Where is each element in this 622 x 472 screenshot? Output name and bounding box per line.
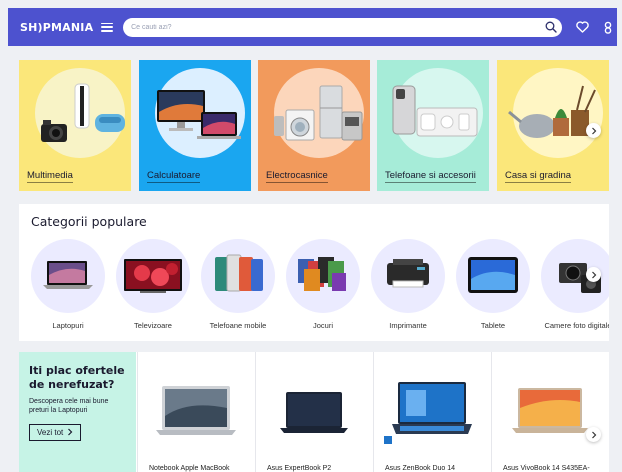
search-icon[interactable] <box>544 20 558 34</box>
popular-item-label: Laptopuri <box>52 321 84 330</box>
games-image <box>298 257 346 291</box>
laptop-image <box>43 261 93 289</box>
macbook-image <box>156 386 236 435</box>
popular-item-label: Televizoare <box>134 321 172 330</box>
product-card[interactable]: Asus ZenBook Duo 14 <box>373 352 490 472</box>
product-card[interactable]: Notebook Apple MacBook <box>137 352 254 472</box>
category-tile-electrocasnice[interactable]: Electrocasnice <box>258 60 370 191</box>
popular-item-label: Telefoane mobile <box>209 321 267 330</box>
product-card[interactable]: Asus VivoBook 14 S435EA- <box>491 352 608 472</box>
popular-item-circle <box>456 239 530 313</box>
tv-image <box>124 259 182 293</box>
chevron-right-icon <box>68 428 73 436</box>
popular-item-jocuri[interactable]: Jocuri <box>285 239 361 330</box>
top-navigation-bar: SH)PMANIA <box>8 8 617 46</box>
tablet-image <box>468 257 518 293</box>
search-input[interactable] <box>131 23 544 31</box>
search-bar <box>123 17 562 37</box>
category-label: Casa si gradina <box>505 170 572 183</box>
popular-item-circle <box>371 239 445 313</box>
popular-item-laptopuri[interactable]: Laptopuri <box>30 239 106 330</box>
popular-item-telefoane-mobile[interactable]: Telefoane mobile <box>200 239 276 330</box>
product-name: Asus ExpertBook P2 <box>267 465 332 472</box>
category-tile-telefoane[interactable]: Telefoane si accesorii <box>377 60 489 191</box>
popular-item-camere-foto[interactable]: Camere foto digitale <box>540 239 609 330</box>
computers-image <box>157 90 241 139</box>
popular-item-circle <box>286 239 360 313</box>
logo-text: SH)PMANIA <box>20 20 94 34</box>
popular-item-circle <box>31 239 105 313</box>
printer-image <box>387 259 429 288</box>
popular-item-imprimante[interactable]: Imprimante <box>370 239 446 330</box>
popular-item-tablete[interactable]: Tablete <box>455 239 531 330</box>
popular-item-circle <box>201 239 275 313</box>
popular-item-label: Tablete <box>480 321 506 330</box>
category-label: Electrocasnice <box>266 170 328 183</box>
heart-icon[interactable] <box>574 18 592 36</box>
asus-expertbook-image <box>280 392 348 433</box>
chevron-right-icon[interactable] <box>586 427 601 442</box>
logo[interactable]: SH)PMANIA <box>20 21 93 34</box>
popular-item-label: Jocuri <box>312 321 333 330</box>
category-label: Calculatoare <box>147 170 201 183</box>
promo-title: Iti plac ofertele de nerefuzat? <box>29 364 125 391</box>
product-name: Notebook Apple MacBook <box>149 465 230 472</box>
category-label: Telefoane si accesorii <box>385 170 476 183</box>
chevron-right-icon[interactable] <box>586 123 601 138</box>
product-card[interactable]: Asus ExpertBook P2 <box>255 352 372 472</box>
gaming-console-image <box>41 83 125 142</box>
user-icon[interactable] <box>599 18 617 36</box>
popular-item-televizoare[interactable]: Televizoare <box>115 239 191 330</box>
offers-section: Iti plac ofertele de nerefuzat? Descoper… <box>19 352 609 472</box>
view-all-button[interactable]: Vezi tot <box>29 423 82 441</box>
garden-image <box>508 85 596 138</box>
menu-icon[interactable] <box>101 22 114 32</box>
phones-image <box>392 85 478 137</box>
popular-item-label: Imprimante <box>389 321 427 330</box>
appliances-image <box>274 85 363 141</box>
category-label: Multimedia <box>27 170 73 183</box>
chevron-right-icon[interactable] <box>586 267 601 282</box>
popular-item-label: Camere foto digitale <box>544 321 609 330</box>
product-name: Asus VivoBook 14 S435EA- <box>503 465 590 472</box>
popular-categories-section: Categorii populare Laptopuri Televizoare… <box>19 204 609 341</box>
popular-item-circle <box>116 239 190 313</box>
category-tile-multimedia[interactable]: Multimedia <box>19 60 131 191</box>
category-tile-calculatoare[interactable]: Calculatoare <box>139 60 251 191</box>
view-all-label: Vezi tot <box>37 427 64 437</box>
asus-zenbook-duo-image <box>384 382 472 444</box>
mobile-phones-image <box>215 254 263 292</box>
promo-subtitle: Descopera cele mai bune preturi la Lapto… <box>29 397 109 414</box>
asus-vivobook-image <box>512 388 588 433</box>
category-carousel: Multimedia Calculatoare Electrocasnice T… <box>19 60 609 191</box>
section-title: Categorii populare <box>31 214 147 229</box>
promo-panel: Iti plac ofertele de nerefuzat? Descoper… <box>19 352 136 472</box>
product-name: Asus ZenBook Duo 14 <box>385 465 456 472</box>
